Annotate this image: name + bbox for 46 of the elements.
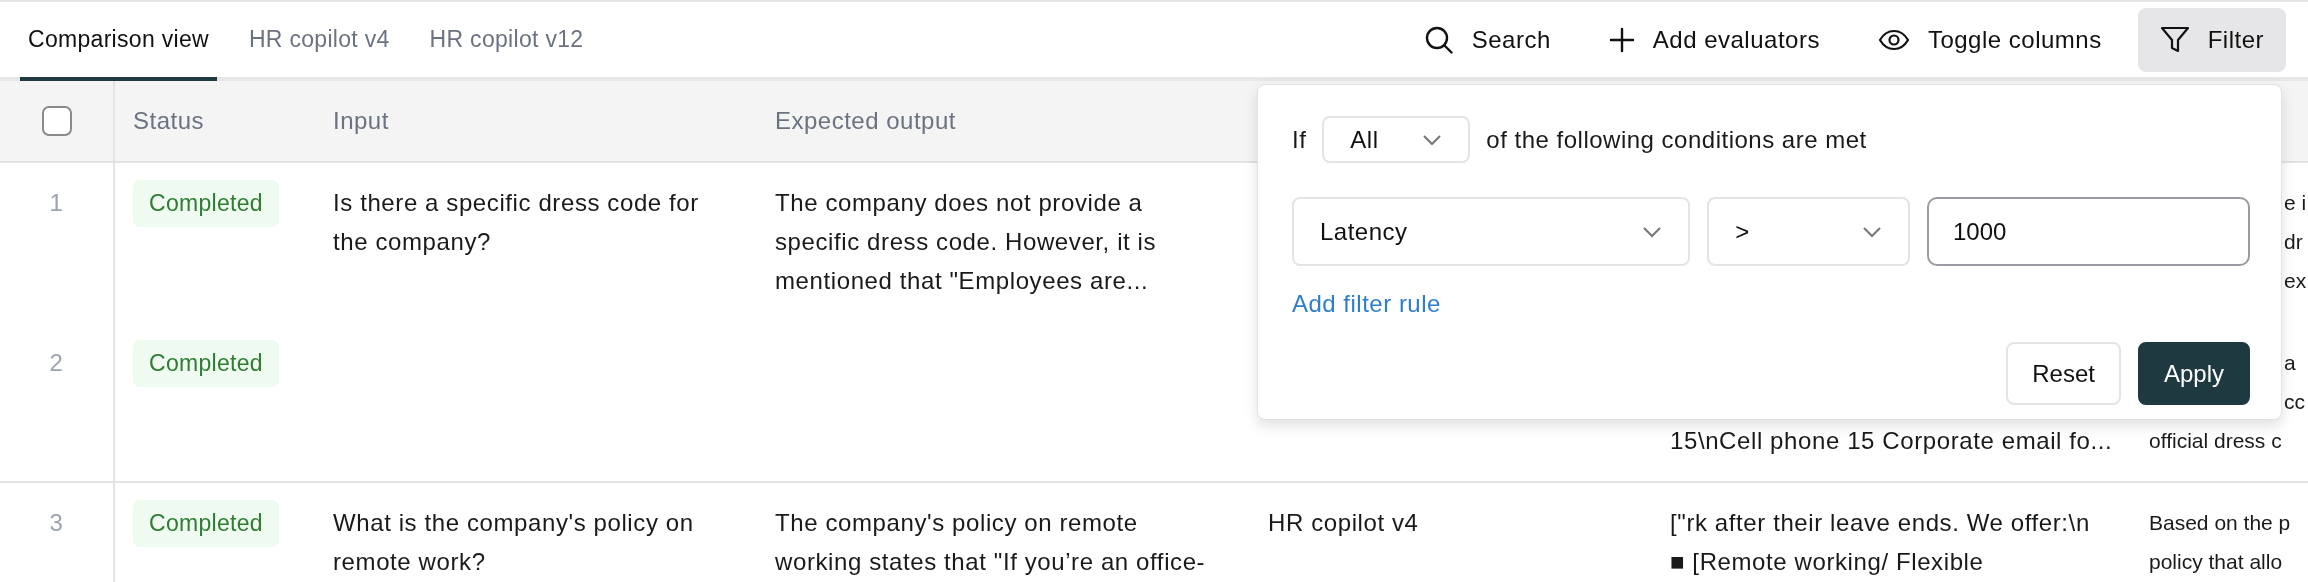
eye-icon	[1877, 28, 1910, 51]
cell-text: HR copilot v4	[1268, 509, 1419, 536]
cell-text: 15\nCell phone 15 Corporate email fo...	[1670, 427, 2113, 454]
cell-text: The company does not provide a specific dress code. However, it is mentioned that "Employees are...	[775, 189, 1157, 294]
filter-icon	[2159, 24, 2190, 55]
condition-label: of the following conditions are met	[1486, 125, 1867, 154]
value-field[interactable]: 1000	[1927, 197, 2250, 266]
cell-text: e i	[2284, 191, 2307, 214]
cell-text: dr	[2284, 230, 2303, 253]
cell-text: a	[2284, 351, 2296, 374]
cell-text: official dress c	[2149, 429, 2282, 452]
chevron-down-icon	[1422, 133, 1443, 146]
column-header[interactable]: Status	[133, 107, 205, 135]
row-number: 2	[49, 348, 64, 378]
cell-text: Is there a specific dress code for the company?	[333, 189, 699, 255]
cell-text: The company's policy on remote working states that "If you’re an office-	[775, 509, 1206, 575]
status-badge: Completed	[133, 180, 279, 227]
row-number: 1	[49, 188, 64, 218]
operator-dropdown[interactable]: >	[1707, 197, 1910, 266]
add-button[interactable]: Add evaluators	[1586, 7, 1842, 72]
toggle-button[interactable]: Toggle columns	[1855, 7, 2124, 72]
tab[interactable]: HR copilot v12	[421, 2, 592, 81]
tab[interactable]: HR copilot v4	[240, 2, 398, 81]
column-header[interactable]: Expected output	[775, 107, 956, 135]
cell-text: What is the company's policy on remote work?	[333, 509, 694, 575]
match-dropdown[interactable]: All	[1322, 116, 1471, 163]
filter-button[interactable]: Filter	[2137, 7, 2286, 72]
apply-button[interactable]: Apply	[2137, 342, 2250, 405]
search-button[interactable]: Search	[1401, 7, 1573, 72]
chevron-down-icon	[1642, 225, 1663, 238]
cell-text: ex	[2284, 269, 2307, 292]
condition-label: If	[1292, 125, 1307, 154]
cell-text: ["rk after their leave ends. We offer:\n ■ [Remote working/ Flexible	[1670, 509, 2090, 575]
search-icon	[1423, 24, 1454, 55]
cell-text: Based on the p policy that allo	[2149, 511, 2291, 573]
row-number: 3	[49, 508, 64, 538]
reset-button[interactable]: Reset	[2006, 342, 2121, 405]
status-badge: Completed	[133, 340, 279, 387]
field-dropdown[interactable]: Latency	[1292, 197, 1691, 266]
column-header[interactable]: Input	[333, 107, 389, 135]
checkbox[interactable]	[41, 106, 72, 136]
chevron-down-icon	[1862, 225, 1882, 238]
plus-icon	[1608, 26, 1635, 53]
add-filter-rule-link[interactable]: Add filter rule	[1292, 290, 1441, 318]
status-badge: Completed	[133, 500, 279, 547]
cell-text: cc	[2284, 390, 2305, 413]
